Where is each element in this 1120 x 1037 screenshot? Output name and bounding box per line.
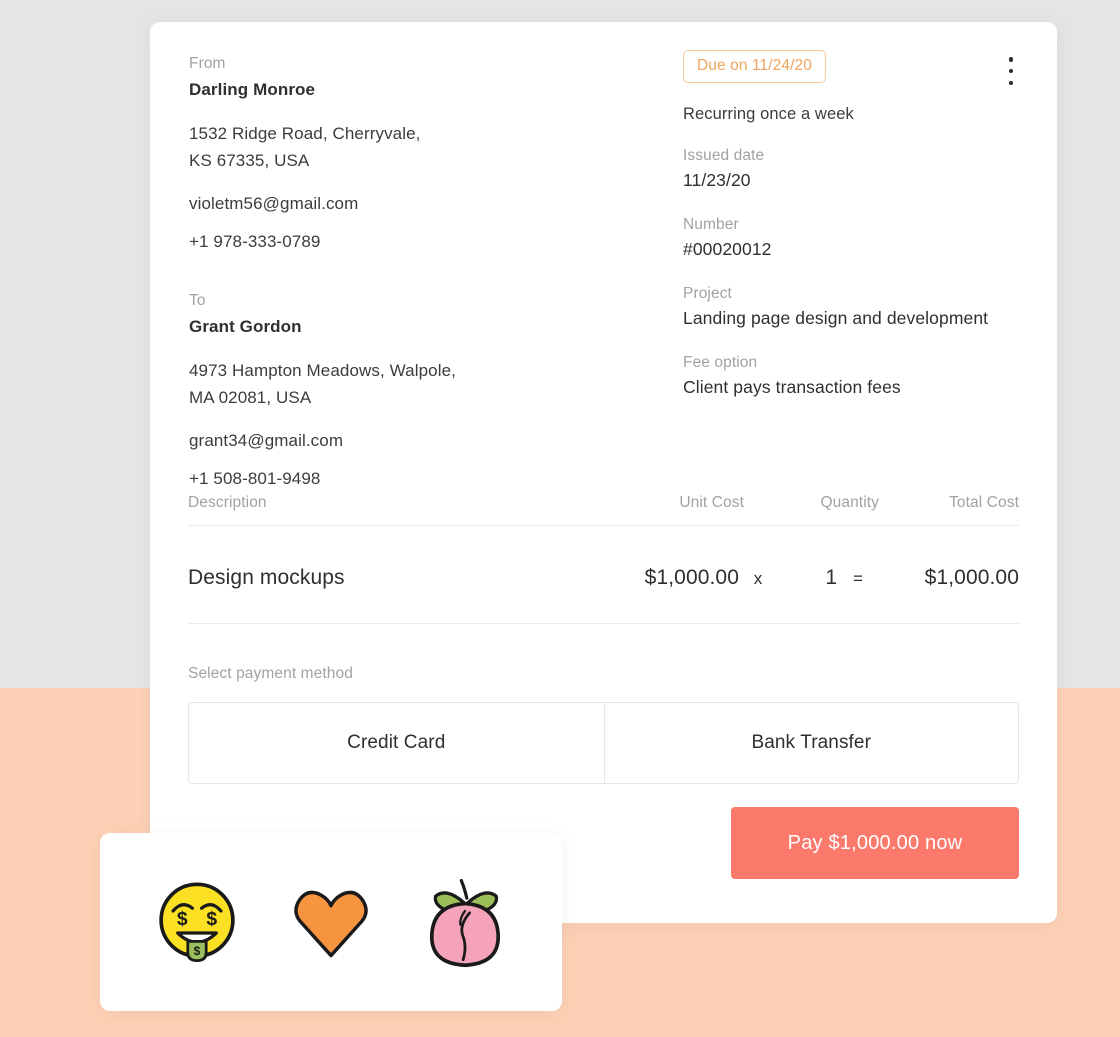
payment-method-section: Select payment method Credit Card Bank T… xyxy=(188,665,1019,784)
equals-symbol: = xyxy=(853,569,863,588)
to-label: To xyxy=(189,292,206,309)
line-items-table: Description Unit Cost Quantity Total Cos… xyxy=(188,494,1019,624)
project-group: Project Landing page design and developm… xyxy=(683,283,1028,332)
from-phone-row: +1 978-333-0789 xyxy=(189,228,529,255)
kebab-dot-3 xyxy=(1008,80,1014,85)
from-address: 1532 Ridge Road, Cherryvale, KS 67335, U… xyxy=(189,120,529,174)
from-address-line-1: 1532 Ridge Road, Cherryvale, xyxy=(189,124,421,143)
fee-option-label: Fee option xyxy=(683,354,758,371)
project-value: Landing page design and development xyxy=(683,308,989,328)
svg-text:$: $ xyxy=(194,944,201,958)
svg-text:$: $ xyxy=(206,909,217,930)
payment-method-options: Credit Card Bank Transfer xyxy=(188,702,1019,784)
row-total-cost: $1,000.00 xyxy=(924,566,1019,589)
multiply-symbol: x xyxy=(753,569,763,588)
kebab-menu-icon[interactable] xyxy=(998,54,1024,88)
issued-date-value: 11/23/20 xyxy=(683,170,751,190)
number-value: #00020012 xyxy=(683,239,772,259)
header-quantity: Quantity xyxy=(820,494,879,511)
from-label: From xyxy=(189,55,226,72)
to-address-line-2: MA 02081, USA xyxy=(189,388,312,407)
pay-now-button[interactable]: Pay $1,000.00 now xyxy=(731,807,1019,879)
from-email: violetm56@gmail.com xyxy=(189,194,359,213)
payment-option-credit-card[interactable]: Credit Card xyxy=(189,703,604,783)
from-block: From Darling Monroe 1532 Ridge Road, Che… xyxy=(189,52,529,255)
to-phone: +1 508-801-9498 xyxy=(189,469,321,488)
row-unit-cost: $1,000.00 xyxy=(644,566,739,589)
header-description: Description xyxy=(188,494,267,511)
from-email-row: violetm56@gmail.com xyxy=(189,190,529,217)
kebab-dot-1 xyxy=(1008,57,1014,62)
to-name: Grant Gordon xyxy=(189,317,302,336)
fee-option-group: Fee option Client pays transaction fees xyxy=(683,352,1028,401)
invoice-meta-section: Due on 11/24/20 Recurring once a week Is… xyxy=(683,50,1028,401)
number-group: Number #00020012 xyxy=(683,214,1028,263)
recurring-text: Recurring once a week xyxy=(683,105,854,123)
to-address-line-1: 4973 Hampton Meadows, Walpole, xyxy=(189,361,456,380)
issued-date-group: Issued date 11/23/20 xyxy=(683,145,1028,194)
to-address: 4973 Hampton Meadows, Walpole, MA 02081,… xyxy=(189,357,529,411)
parties-section: From Darling Monroe 1532 Ridge Road, Che… xyxy=(189,52,529,492)
table-row: Design mockups $1,000.00 x 1 = $1,000.00 xyxy=(188,526,1019,624)
number-label: Number xyxy=(683,216,739,233)
row-quantity: 1 xyxy=(825,566,837,589)
money-mouth-face-emoji[interactable]: $ $ $ xyxy=(149,874,245,970)
to-email-row: grant34@gmail.com xyxy=(189,427,529,454)
from-phone: +1 978-333-0789 xyxy=(189,232,321,251)
fee-option-value: Client pays transaction fees xyxy=(683,377,901,397)
orange-heart-emoji[interactable] xyxy=(283,874,379,970)
header-total-cost: Total Cost xyxy=(949,494,1019,511)
to-block: To Grant Gordon 4973 Hampton Meadows, Wa… xyxy=(189,289,529,492)
project-label: Project xyxy=(683,285,732,302)
kebab-dot-2 xyxy=(1008,68,1014,74)
header-unit-cost: Unit Cost xyxy=(679,494,744,511)
to-phone-row: +1 508-801-9498 xyxy=(189,465,529,492)
payment-option-bank-transfer[interactable]: Bank Transfer xyxy=(603,703,1018,783)
to-email: grant34@gmail.com xyxy=(189,431,344,450)
table-header-row: Description Unit Cost Quantity Total Cos… xyxy=(188,494,1019,526)
emoji-reaction-card: $ $ $ xyxy=(100,833,562,1011)
due-date-badge: Due on 11/24/20 xyxy=(683,50,826,83)
from-name: Darling Monroe xyxy=(189,80,316,99)
issued-date-label: Issued date xyxy=(683,147,765,164)
peach-emoji[interactable] xyxy=(417,874,513,970)
payment-method-label: Select payment method xyxy=(188,665,353,682)
svg-text:$: $ xyxy=(177,909,188,930)
row-description: Design mockups xyxy=(188,566,345,589)
invoice-card: From Darling Monroe 1532 Ridge Road, Che… xyxy=(150,22,1057,923)
from-address-line-2: KS 67335, USA xyxy=(189,151,310,170)
